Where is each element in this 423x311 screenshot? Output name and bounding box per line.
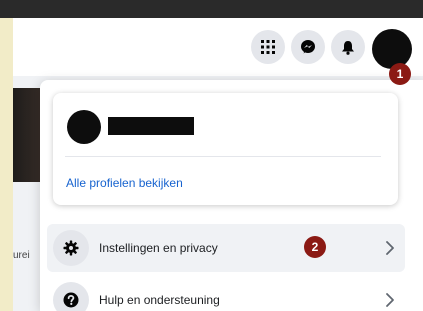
menu-item-label: Instellingen en privacy xyxy=(99,241,218,255)
card-divider xyxy=(65,156,381,157)
notifications-button[interactable] xyxy=(331,30,365,64)
menu-item-help-support[interactable]: Hulp en ondersteuning xyxy=(47,276,405,311)
settings-icon-circle xyxy=(53,230,89,266)
background-text: urei xyxy=(13,250,30,261)
annotation-marker-1: 1 xyxy=(389,63,411,85)
profile-avatar[interactable] xyxy=(67,110,101,144)
grid-icon xyxy=(261,40,275,54)
menu-item-settings-privacy[interactable]: Instellingen en privacy xyxy=(47,224,405,272)
window-top-bar xyxy=(0,0,423,18)
messenger-icon xyxy=(301,40,315,54)
question-icon xyxy=(63,292,79,308)
help-icon-circle xyxy=(53,282,89,311)
profile-name-redacted[interactable] xyxy=(108,117,194,135)
gear-icon xyxy=(63,240,79,256)
chevron-right-icon xyxy=(386,241,394,255)
annotation-marker-2: 2 xyxy=(304,236,326,258)
messenger-button[interactable] xyxy=(291,30,325,64)
all-profiles-link[interactable]: Alle profielen bekijken xyxy=(66,176,183,190)
menu-item-label: Hulp en ondersteuning xyxy=(99,293,220,307)
bell-icon xyxy=(342,40,354,55)
account-avatar-button[interactable] xyxy=(372,29,412,69)
chevron-right-icon xyxy=(386,293,394,307)
menu-grid-button[interactable] xyxy=(251,30,285,64)
